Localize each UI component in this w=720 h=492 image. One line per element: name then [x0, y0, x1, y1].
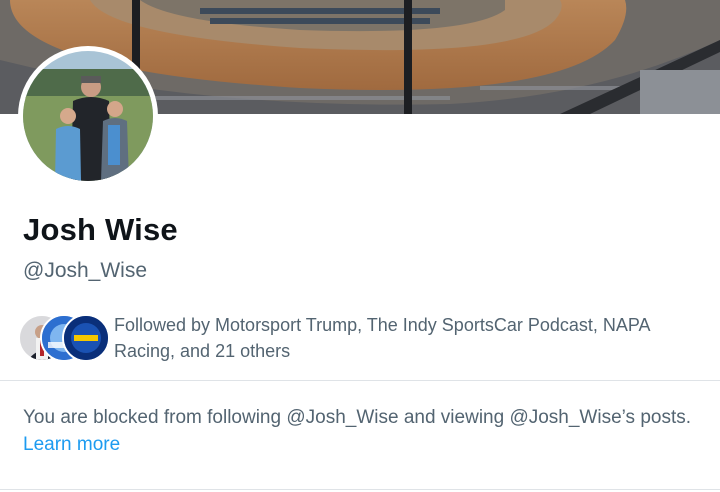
blocked-notice: You are blocked from following @Josh_Wis…	[23, 404, 703, 458]
profile-display-name: Josh Wise	[23, 212, 178, 247]
profile-handle: @Josh_Wise	[23, 259, 148, 282]
profile-avatar[interactable]	[18, 46, 158, 186]
follower-avatar[interactable]	[62, 314, 110, 362]
divider	[0, 489, 720, 490]
blocked-message: You are blocked from following @Josh_Wis…	[23, 407, 692, 428]
followed-by-text[interactable]: Followed by Motorsport Trump, The Indy S…	[114, 312, 708, 364]
follower-avatars[interactable]	[18, 314, 110, 362]
followed-by-section[interactable]: Followed by Motorsport Trump, The Indy S…	[18, 312, 708, 364]
divider	[0, 380, 720, 381]
learn-more-link[interactable]: Learn more	[23, 434, 120, 455]
